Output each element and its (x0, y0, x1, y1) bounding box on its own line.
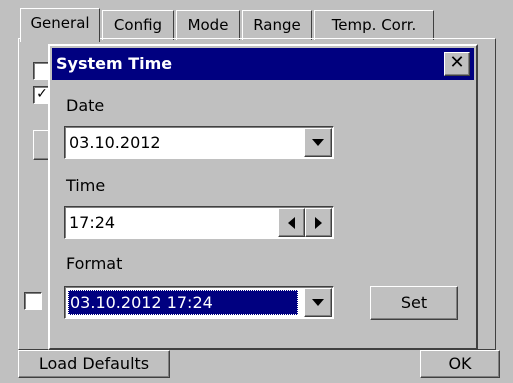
format-value: 03.10.2012 17:24 (68, 290, 298, 315)
close-button[interactable]: ✕ (444, 52, 470, 76)
format-dropdown-button[interactable] (304, 288, 332, 317)
chevron-down-icon (312, 139, 324, 146)
date-value: 03.10.2012 (69, 133, 161, 152)
ok-button[interactable]: OK (420, 350, 500, 378)
tab-general[interactable]: General (20, 8, 100, 42)
dialog-title: System Time (56, 54, 173, 73)
tab-config[interactable]: Config (102, 10, 174, 40)
tab-temp-corr[interactable]: Temp. Corr. (314, 10, 434, 40)
date-label: Date (66, 96, 105, 115)
time-field[interactable]: 17:24 (64, 206, 334, 239)
tab-strip: General Config Mode Range Temp. Corr. (20, 8, 490, 42)
time-increment-button[interactable] (305, 208, 332, 237)
arrow-left-icon (288, 216, 295, 229)
tab-range[interactable]: Range (242, 10, 312, 40)
time-decrement-button[interactable] (278, 208, 305, 237)
date-dropdown[interactable]: 03.10.2012 (64, 126, 334, 159)
background-checkbox-3[interactable] (24, 292, 42, 310)
time-value: 17:24 (69, 213, 116, 232)
format-dropdown[interactable]: 03.10.2012 17:24 (64, 286, 334, 319)
system-time-dialog: System Time ✕ Date 03.10.2012 Time 17:24… (48, 44, 478, 350)
time-label: Time (66, 176, 106, 195)
dialog-titlebar: System Time ✕ (52, 48, 474, 80)
format-label: Format (66, 254, 123, 273)
close-icon: ✕ (449, 52, 465, 73)
tab-mode[interactable]: Mode (176, 10, 240, 40)
arrow-right-icon (315, 216, 322, 229)
date-dropdown-button[interactable] (304, 128, 332, 157)
set-button[interactable]: Set (370, 286, 458, 320)
load-defaults-button[interactable]: Load Defaults (18, 350, 170, 378)
chevron-down-icon (312, 299, 324, 306)
